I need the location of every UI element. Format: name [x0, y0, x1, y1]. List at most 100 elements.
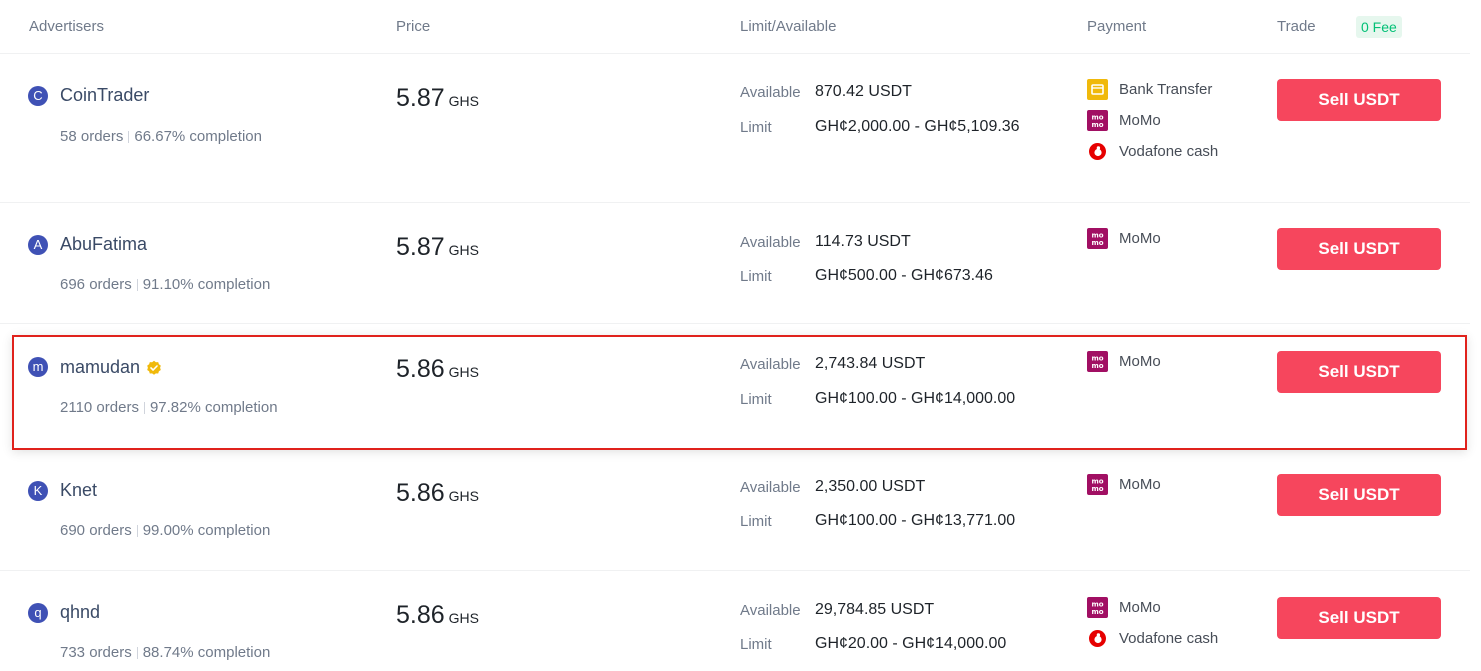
price-currency: GHS: [448, 242, 480, 258]
limit-value: GH¢20.00 - GH¢14,000.00: [815, 635, 1007, 652]
stats-divider: [136, 279, 138, 292]
available-value: 29,784.85 USDT: [815, 601, 935, 618]
advertiser-name-wrap: Knet: [60, 480, 97, 501]
advertiser-name[interactable]: qhnd: [60, 602, 100, 623]
payment-method-vodafone-cash: Vodafone cash: [1087, 628, 1218, 649]
svg-text:mo: mo: [1091, 121, 1103, 129]
avatar[interactable]: q: [28, 603, 48, 623]
available-label: Available: [740, 356, 801, 373]
limit-label: Limit: [740, 391, 772, 408]
momo-icon: mo mo: [1087, 228, 1108, 249]
avatar[interactable]: A: [28, 235, 48, 255]
svg-text:mo: mo: [1091, 239, 1103, 247]
table-row: q qhnd 733 orders 88.74% completion 5.86 G…: [0, 571, 1470, 671]
completion-rate: 66.67% completion: [134, 128, 262, 145]
sell-usdt-button[interactable]: Sell USDT: [1277, 597, 1441, 639]
price-value: 5.87: [396, 233, 445, 261]
payment-label: MoMo: [1119, 599, 1161, 616]
limit-label: Limit: [740, 119, 772, 136]
advertiser-stats: 733 orders 88.74% completion: [60, 644, 270, 661]
payment-method-vodafone-cash: Vodafone cash: [1087, 141, 1218, 162]
p2p-ads-table: Advertisers Price Limit/Available Paymen…: [0, 0, 1481, 671]
advertiser-name-wrap: qhnd: [60, 602, 100, 623]
sell-usdt-button[interactable]: Sell USDT: [1277, 474, 1441, 516]
order-count: 690 orders: [60, 522, 132, 539]
advertiser-name-wrap: AbuFatima: [60, 234, 147, 255]
available-label: Available: [740, 84, 801, 101]
vodafone-icon: [1087, 628, 1108, 649]
price: 5.86 GHS: [396, 355, 479, 384]
advertiser-stats: 696 orders 91.10% completion: [60, 276, 270, 293]
payment-label: Vodafone cash: [1119, 143, 1219, 160]
completion-rate: 99.00% completion: [142, 522, 271, 539]
price: 5.86 GHS: [396, 601, 479, 630]
momo-icon: mo mo: [1087, 110, 1108, 131]
price-value: 5.86: [396, 601, 445, 629]
advertiser-name-wrap: CoinTrader: [60, 85, 149, 106]
advertiser-stats: 690 orders 99.00% completion: [60, 522, 270, 539]
price-currency: GHS: [448, 93, 480, 109]
advertiser-stats: 2110 orders 97.82% completion: [60, 399, 278, 416]
limit-value: GH¢100.00 - GH¢13,771.00: [815, 512, 1016, 529]
price-currency: GHS: [448, 364, 480, 380]
avatar[interactable]: C: [28, 86, 48, 106]
payment-method-momo: mo mo MoMo: [1087, 228, 1161, 249]
limit-value: GH¢500.00 - GH¢673.46: [815, 267, 993, 284]
limit-label: Limit: [740, 636, 772, 653]
limit-label: Limit: [740, 268, 772, 285]
header-advertisers: Advertisers: [29, 18, 105, 35]
advertiser-name[interactable]: mamudan: [60, 357, 140, 378]
payment-method-momo: mo mo MoMo: [1087, 110, 1161, 131]
payment-label: MoMo: [1119, 353, 1161, 370]
stats-divider: [136, 647, 138, 660]
svg-text:mo: mo: [1091, 362, 1103, 370]
vodafone-icon: [1087, 141, 1108, 162]
table-row-highlighted: m mamudan 2110 orders 97.82% completion 5…: [12, 335, 1467, 450]
available-value: 114.73 USDT: [815, 233, 911, 250]
table-row: A AbuFatima 696 orders 91.10% completion …: [0, 203, 1470, 324]
svg-text:mo: mo: [1091, 608, 1103, 616]
header-price: Price: [396, 18, 431, 35]
payment-method-momo: mo mo MoMo: [1087, 351, 1161, 372]
payment-label: Vodafone cash: [1119, 630, 1219, 647]
price: 5.86 GHS: [396, 479, 479, 508]
bank-card-icon: [1087, 79, 1108, 100]
payment-label: MoMo: [1119, 112, 1161, 129]
table-row: C CoinTrader 58 orders 66.67% completion …: [0, 54, 1470, 203]
available-label: Available: [740, 479, 801, 496]
order-count: 733 orders: [60, 644, 132, 661]
avatar[interactable]: m: [28, 357, 48, 377]
avatar[interactable]: K: [28, 481, 48, 501]
sell-usdt-button[interactable]: Sell USDT: [1277, 79, 1441, 121]
advertiser-name[interactable]: AbuFatima: [60, 234, 147, 255]
payment-label: MoMo: [1119, 230, 1161, 247]
available-value: 870.42 USDT: [815, 83, 912, 100]
verified-badge-icon: [146, 360, 162, 376]
available-value: 2,350.00 USDT: [815, 478, 926, 495]
completion-rate: 88.74% completion: [142, 644, 271, 661]
stats-divider: [128, 131, 130, 144]
payment-label: Bank Transfer: [1119, 81, 1213, 98]
completion-rate: 97.82% completion: [149, 399, 278, 416]
advertiser-stats: 58 orders 66.67% completion: [60, 128, 262, 145]
header-trade: Trade: [1277, 18, 1316, 35]
price-currency: GHS: [448, 488, 480, 504]
momo-icon: mo mo: [1087, 474, 1108, 495]
stats-divider: [143, 402, 145, 415]
sell-usdt-button[interactable]: Sell USDT: [1277, 228, 1441, 270]
advertiser-name[interactable]: CoinTrader: [60, 85, 149, 106]
limit-value: GH¢100.00 - GH¢14,000.00: [815, 390, 1016, 407]
price-value: 5.86: [396, 479, 445, 507]
limit-value: GH¢2,000.00 - GH¢5,109.36: [815, 118, 1020, 135]
available-label: Available: [740, 234, 801, 251]
advertiser-name[interactable]: Knet: [60, 480, 97, 501]
available-label: Available: [740, 602, 801, 619]
order-count: 2110 orders: [60, 399, 139, 416]
header-payment: Payment: [1087, 18, 1147, 35]
payment-label: MoMo: [1119, 476, 1161, 493]
momo-icon: mo mo: [1087, 597, 1108, 618]
price-value: 5.87: [396, 84, 445, 112]
table-row: K Knet 690 orders 99.00% completion 5.86 G…: [0, 450, 1470, 571]
order-count: 696 orders: [60, 276, 132, 293]
sell-usdt-button[interactable]: Sell USDT: [1277, 351, 1441, 393]
